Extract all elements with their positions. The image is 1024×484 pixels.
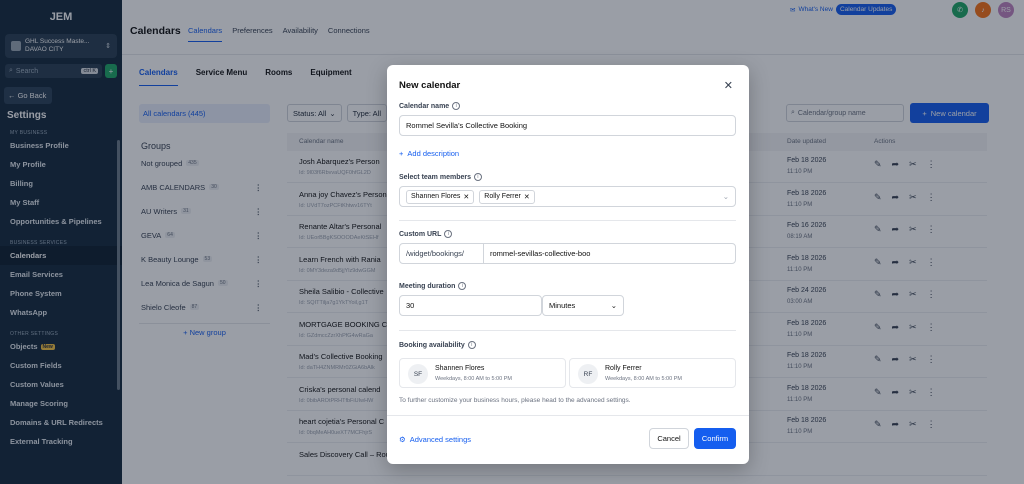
availability-hours: Weekdays, 8:00 AM to 5:00 PM <box>435 376 512 382</box>
advanced-settings-hint: To further customize your business hours… <box>399 397 631 404</box>
confirm-label: Confirm <box>701 434 729 443</box>
chip-label: Shannen Flores <box>411 193 461 200</box>
calendar-name-label-text: Calendar name <box>399 102 450 110</box>
availability-card[interactable]: SF Shannen Flores Weekdays, 8:00 AM to 5:0… <box>399 358 566 388</box>
info-icon: i <box>444 230 453 238</box>
chip-label: Rolly Ferrer <box>484 193 521 200</box>
add-description-label: Add description <box>407 149 460 158</box>
calendar-name-input[interactable]: Rommel Sevilla's Collective Booking <box>399 115 736 136</box>
team-members-label-text: Select team members <box>399 173 471 181</box>
gear-icon: ⚙ <box>399 435 406 444</box>
divider <box>387 415 749 416</box>
chevron-down-icon: ⌄ <box>610 301 617 310</box>
availability-name: Shannen Flores <box>435 365 485 372</box>
advanced-settings-link[interactable]: ⚙ Advanced settings <box>399 435 471 444</box>
plus-icon: + <box>399 149 404 158</box>
modal-title: New calendar <box>399 80 461 91</box>
confirm-button[interactable]: Confirm <box>694 428 736 449</box>
availability-hours: Weekdays, 8:00 AM to 5:00 PM <box>605 376 682 382</box>
info-icon: i <box>467 341 476 349</box>
duration-unit-value: Minutes <box>549 301 576 310</box>
close-icon[interactable]: ✕ <box>463 193 469 201</box>
info-icon: i <box>452 102 461 110</box>
meeting-duration-label: Meeting duration i <box>399 282 467 290</box>
team-member-chip[interactable]: Shannen Flores ✕ <box>406 189 475 204</box>
close-icon[interactable]: ✕ <box>524 193 530 201</box>
custom-url-input[interactable]: /widget/bookings/ rommel-sevillas-collec… <box>399 243 736 264</box>
team-members-label: Select team members i <box>399 173 482 181</box>
divider <box>399 330 736 331</box>
cancel-button[interactable]: Cancel <box>649 428 689 449</box>
add-description-link[interactable]: + Add description <box>399 149 459 158</box>
url-slug: rommel-sevillas-collective-boo <box>490 249 591 258</box>
team-members-select[interactable]: Shannen Flores ✕ Rolly Ferrer ✕ ⌄ <box>399 186 736 207</box>
duration-value: 30 <box>406 301 415 310</box>
team-member-chip[interactable]: Rolly Ferrer ✕ <box>479 189 535 204</box>
new-calendar-modal: New calendar ✕ Calendar name i Rommel Sev… <box>387 65 749 464</box>
booking-availability-label-text: Booking availability <box>399 341 465 349</box>
chevron-down-icon: ⌄ <box>722 192 729 201</box>
close-icon[interactable]: ✕ <box>724 79 733 92</box>
booking-availability-label: Booking availability i <box>399 341 476 349</box>
custom-url-label-text: Custom URL <box>399 230 442 238</box>
divider <box>399 220 736 221</box>
availability-name: Rolly Ferrer <box>605 365 642 372</box>
duration-input[interactable]: 30 <box>399 295 542 316</box>
avatar: RF <box>578 364 598 384</box>
availability-card[interactable]: RF Rolly Ferrer Weekdays, 8:00 AM to 5:00 … <box>569 358 736 388</box>
calendar-name-label: Calendar name i <box>399 102 461 110</box>
advanced-settings-label: Advanced settings <box>409 435 472 444</box>
meeting-duration-label-text: Meeting duration <box>399 282 456 290</box>
info-icon: i <box>473 173 482 181</box>
url-prefix: /widget/bookings/ <box>400 244 484 263</box>
custom-url-label: Custom URL i <box>399 230 453 238</box>
calendar-name-value: Rommel Sevilla's Collective Booking <box>406 121 528 130</box>
info-icon: i <box>458 282 467 290</box>
cancel-label: Cancel <box>657 434 681 443</box>
avatar: SF <box>408 364 428 384</box>
duration-unit-select[interactable]: Minutes ⌄ <box>542 295 624 316</box>
